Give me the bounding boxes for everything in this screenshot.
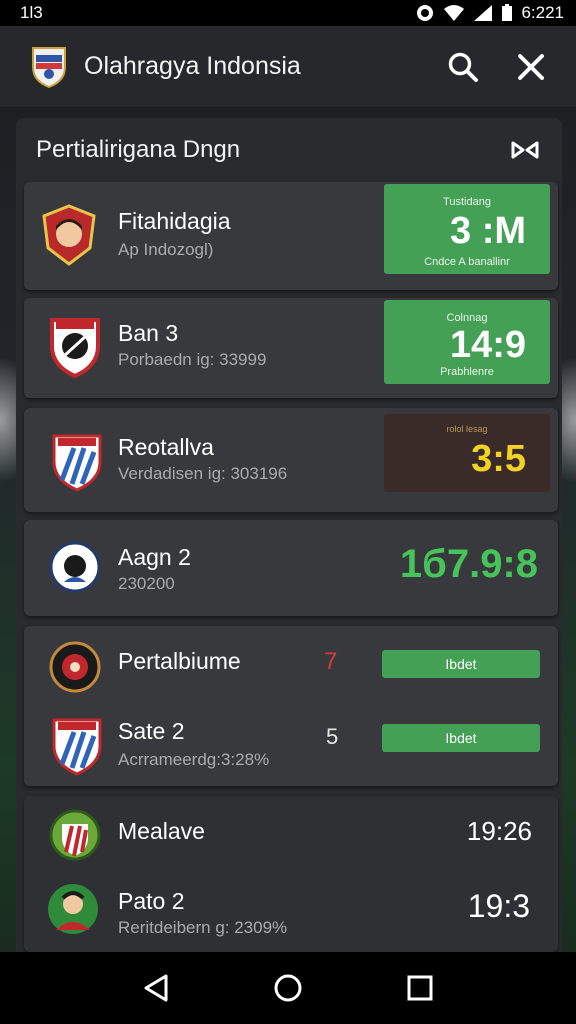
recents-icon	[407, 975, 433, 1001]
match-group-card: Pertalbiume 7 Ibdet Sate 2 Acrrameerdg:3…	[24, 626, 558, 786]
details-button[interactable]: Ibdet	[382, 724, 540, 752]
team-crest	[49, 541, 101, 593]
team-crest	[49, 641, 101, 693]
score-label: Colnnag	[446, 312, 488, 324]
score-value: 7	[324, 648, 338, 675]
team-name: Reotallva	[118, 434, 214, 460]
team-name: Fitahidagia	[118, 208, 231, 234]
expand-button[interactable]	[508, 133, 542, 167]
score-value: 14:9	[449, 324, 526, 366]
score-caption: Prabhlenre	[440, 366, 494, 378]
home-icon	[274, 974, 302, 1002]
score-value: 3:5	[471, 438, 526, 480]
team-subtitle: Reritdeibern g: 2309%	[118, 918, 288, 937]
score-box: rolol lesag 3:5	[384, 414, 550, 492]
close-button[interactable]	[514, 50, 548, 84]
app-title: Olahragya Indonsia	[84, 52, 301, 80]
status-left-text: 1l3	[20, 3, 43, 22]
score-label: Tustidang	[443, 196, 491, 208]
location-icon	[417, 5, 434, 21]
match-group-card: Mealave 19:26 Pato 2 Reritdeibern g: 230…	[24, 796, 558, 952]
match-card[interactable]: Aagn 2 230200 1б7.9:8	[24, 520, 558, 616]
back-button[interactable]	[139, 971, 173, 1005]
panel-header: Pertialirigana Dngn	[16, 118, 562, 182]
status-bar: 1l3 6:221	[0, 0, 576, 26]
team-subtitle: Verdadisen ig: 303196	[118, 464, 288, 483]
panel-title: Pertialirigana Dngn	[36, 136, 241, 163]
navigation-bar	[0, 952, 576, 1024]
team-name: Pertalbiume	[118, 648, 241, 674]
team-name: Sate 2	[118, 718, 185, 744]
team-crest	[50, 318, 100, 378]
team-crest	[52, 434, 102, 492]
back-icon	[144, 974, 168, 1002]
matches-panel: Pertialirigana Dngn Fitahidagia Ap Indoz…	[16, 118, 562, 958]
team-subtitle: Porbaedn ig: 33999	[118, 350, 267, 369]
team-crest	[49, 809, 101, 861]
match-card[interactable]: Fitahidagia Ap Indozogl) Tustidang 3 :M …	[24, 182, 558, 290]
match-time: 19:26	[466, 816, 532, 846]
details-button[interactable]: Ibdet	[382, 650, 540, 678]
team-name: Aagn 2	[118, 544, 191, 570]
score-box: Colnnag 14:9 Prabhlenre	[384, 300, 550, 384]
signal-icon	[474, 5, 493, 21]
home-button[interactable]	[271, 971, 305, 1005]
close-icon	[518, 53, 544, 80]
match-card[interactable]: Ban 3 Porbaedn ig: 33999 Colnnag 14:9 Pr…	[24, 298, 558, 398]
app-logo	[32, 46, 66, 88]
team-crest	[42, 204, 96, 266]
score-label: rolol lesag	[446, 424, 488, 434]
search-icon	[448, 52, 478, 82]
battery-icon	[502, 4, 513, 21]
team-subtitle: Acrrameerdg:3:28%	[118, 750, 270, 769]
match-time: 19:3	[467, 888, 530, 924]
team-name: Ban 3	[118, 320, 179, 346]
score-caption: Cndce A banallinr	[424, 256, 510, 268]
score-value: 1б7.9:8	[399, 542, 538, 586]
team-name: Mealave	[118, 818, 205, 844]
app-bar: Olahragya Indonsia	[0, 26, 576, 108]
team-name: Pato 2	[118, 888, 185, 914]
wifi-icon	[444, 5, 465, 21]
team-subtitle: 230200	[118, 574, 175, 593]
search-button[interactable]	[446, 50, 480, 84]
team-crest	[52, 718, 102, 776]
team-crest	[48, 884, 98, 934]
recents-button[interactable]	[403, 971, 437, 1005]
score-box: Tustidang 3 :M Cndce A banallinr	[384, 184, 550, 274]
status-time: 6:221	[521, 3, 564, 22]
score-value: 3 :M	[450, 210, 526, 252]
score-value: 5	[326, 724, 339, 749]
expand-icon	[511, 141, 539, 159]
team-subtitle: Ap Indozogl)	[118, 240, 214, 259]
match-card[interactable]: Reotallva Verdadisen ig: 303196 rolol le…	[24, 408, 558, 512]
